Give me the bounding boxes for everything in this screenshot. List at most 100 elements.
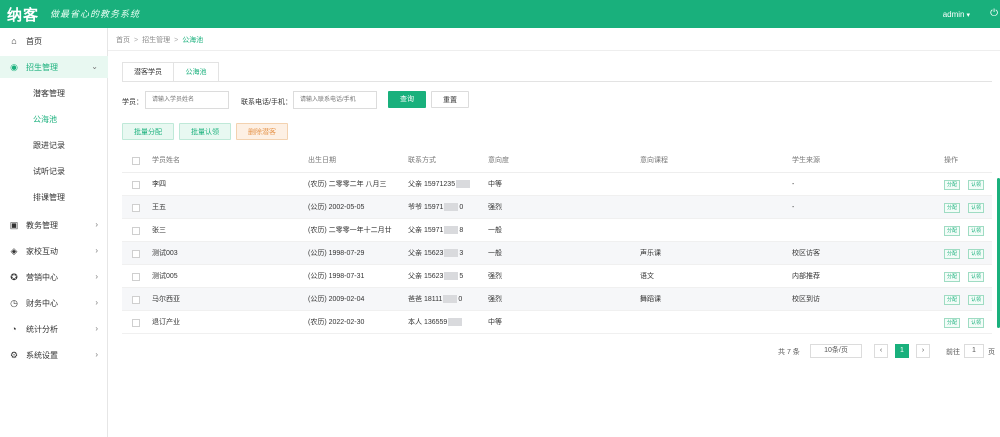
assign-button[interactable]: 分配 <box>944 318 961 328</box>
assign-button[interactable]: 分配 <box>944 180 961 190</box>
claim-button[interactable]: 认领 <box>968 295 985 305</box>
breadcrumb-separator: > <box>174 37 179 44</box>
column-header: 意向度 <box>488 157 509 164</box>
contact-suffix: 0 <box>458 296 463 303</box>
claim-button[interactable]: 认领 <box>968 272 985 282</box>
sidebar-item-statistics[interactable]: ◔ 统计分析 › <box>0 318 108 340</box>
sidebar-item-finance[interactable]: ◷ 财务中心 › <box>0 292 108 314</box>
breadcrumb-enrollment[interactable]: 招生管理 <box>142 37 170 44</box>
home-icon: ⌂ <box>11 36 17 46</box>
page-size-select[interactable]: 10条/页 <box>810 344 862 358</box>
sidebar-subitem-followup[interactable]: 跟进记录 <box>0 135 108 157</box>
contact-text: 爷爷 15971 <box>408 204 444 211</box>
user-name: admin <box>942 10 965 19</box>
page-1-button[interactable]: 1 <box>895 344 909 358</box>
page-suffix: 页 <box>988 349 995 356</box>
table-row[interactable]: 测试005 (公历) 1998-07-31 父亲 15623 5 强烈 语文 内部… <box>122 265 992 288</box>
cell-intent: 中等 <box>488 319 502 326</box>
next-page-button[interactable]: › <box>916 344 930 358</box>
sidebar-item-enrollment[interactable]: ◉ 招生管理 ⌄ <box>0 56 108 78</box>
top-bar: 纳客 做最省心的教务系统 admin ▾ ⏻ <box>0 0 1000 28</box>
cell-intent: 强烈 <box>488 204 502 211</box>
enrollment-icon: ◉ <box>10 62 18 72</box>
sidebar-item-label: 营销中心 <box>26 273 58 282</box>
claim-button[interactable]: 认领 <box>968 226 985 236</box>
cell-course: 语文 <box>640 273 654 280</box>
contact-text: 父亲 15623 <box>408 273 444 280</box>
row-checkbox[interactable] <box>132 296 140 304</box>
logo[interactable]: 纳客 <box>7 4 39 25</box>
batch-claim-button[interactable]: 批量认领 <box>179 123 231 140</box>
prev-page-button[interactable]: ‹ <box>874 344 888 358</box>
table-row[interactable]: 张三 (农历) 二零零一年十二月廿 父亲 15971 8 一般 分配 认领 <box>122 219 992 242</box>
sidebar-item-academic[interactable]: ▣ 教务管理 › <box>0 214 108 236</box>
select-all-checkbox[interactable] <box>132 157 140 165</box>
sidebar-subitem-prospects[interactable]: 潜客管理 <box>0 83 108 105</box>
assign-button[interactable]: 分配 <box>944 295 961 305</box>
goto-label: 前往 <box>946 349 960 356</box>
claim-button[interactable]: 认领 <box>968 203 985 213</box>
name-search-input[interactable] <box>145 91 229 109</box>
contact-text: 本人 136559 <box>408 319 448 326</box>
cell-contact: 父亲 15623 3 <box>408 242 463 266</box>
row-checkbox[interactable] <box>132 273 140 281</box>
claim-button[interactable]: 认领 <box>968 249 985 259</box>
sidebar-subitem-schedule[interactable]: 排课管理 <box>0 187 108 209</box>
goto-page-input[interactable]: 1 <box>964 344 984 358</box>
reset-button[interactable]: 重置 <box>431 91 469 108</box>
masked-digits <box>444 272 459 281</box>
claim-button[interactable]: 认领 <box>968 180 985 190</box>
search-button[interactable]: 查询 <box>388 91 426 108</box>
cell-course: 舞蹈课 <box>640 296 661 303</box>
row-checkbox[interactable] <box>132 250 140 258</box>
cell-birth: (公历) 2009-02-04 <box>308 296 365 303</box>
batch-assign-button[interactable]: 批量分配 <box>122 123 174 140</box>
table-row[interactable]: 王五 (公历) 2002-05-05 爷爷 15971 0 强烈 - 分配 认领 <box>122 196 992 219</box>
table-row[interactable]: 退订产业 (农历) 2022-02-30 本人 136559 中等 分配 认领 <box>122 311 992 334</box>
cell-name: 测试003 <box>152 250 178 257</box>
breadcrumb-home[interactable]: 首页 <box>116 37 130 44</box>
sidebar: ⌂ 首页 ◉ 招生管理 ⌄ 潜客管理 公海池 跟进记录 试听记录 排课管理 ▣ 教务管… <box>0 28 108 437</box>
tab-public-pool[interactable]: 公海池 <box>173 62 219 82</box>
user-menu[interactable]: admin ▾ <box>943 10 970 19</box>
power-icon[interactable]: ⏻ <box>990 8 998 19</box>
cell-contact: 本人 136559 <box>408 311 463 335</box>
sidebar-subitem-trial[interactable]: 试听记录 <box>0 161 108 183</box>
cell-name: 测试005 <box>152 273 178 280</box>
sidebar-item-label: 首页 <box>26 37 42 46</box>
sidebar-item-home-school[interactable]: ◈ 家校互动 › <box>0 240 108 262</box>
chevron-right-icon: › <box>95 272 98 281</box>
column-header: 学员姓名 <box>152 157 180 164</box>
cell-contact: 父亲 15623 5 <box>408 265 463 289</box>
assign-button[interactable]: 分配 <box>944 249 961 259</box>
contact-suffix: 3 <box>459 250 464 257</box>
cell-name: 张三 <box>152 227 166 234</box>
table-row[interactable]: 测试003 (公历) 1998-07-29 父亲 15623 3 一般 声乐课 校… <box>122 242 992 265</box>
table-row[interactable]: 李四 (农历) 二零零二年 八月三 父亲 15971235 中等 - 分配 认领 <box>122 173 992 196</box>
phone-search-input[interactable] <box>293 91 377 109</box>
column-header: 操作 <box>944 157 958 164</box>
sidebar-item-settings[interactable]: ⚙ 系统设置 › <box>0 344 108 366</box>
assign-button[interactable]: 分配 <box>944 203 961 213</box>
sidebar-item-home[interactable]: ⌂ 首页 <box>0 30 108 52</box>
row-checkbox[interactable] <box>132 319 140 327</box>
assign-button[interactable]: 分配 <box>944 226 961 236</box>
table-row[interactable]: 马尔西亚 (公历) 2009-02-04 爸爸 18111 0 强烈 舞蹈课 校区… <box>122 288 992 311</box>
delete-prospect-button[interactable]: 删除潜客 <box>236 123 288 140</box>
assign-button[interactable]: 分配 <box>944 272 961 282</box>
sidebar-subitem-public-pool[interactable]: 公海池 <box>0 109 108 131</box>
breadcrumb-current: 公海池 <box>182 37 204 44</box>
cell-contact: 父亲 15971 8 <box>408 219 463 243</box>
row-checkbox[interactable] <box>132 181 140 189</box>
breadcrumb: 首页 > 招生管理 > 公海池 <box>116 35 203 45</box>
chevron-down-icon: ▾ <box>966 12 970 19</box>
row-checkbox[interactable] <box>132 227 140 235</box>
cell-name: 王五 <box>152 204 166 211</box>
row-checkbox[interactable] <box>132 204 140 212</box>
finance-icon: ◷ <box>10 298 18 308</box>
sidebar-item-marketing[interactable]: ✪ 营销中心 › <box>0 266 108 288</box>
tab-prospects[interactable]: 潜客学员 <box>122 62 174 82</box>
cell-name: 退订产业 <box>152 319 180 326</box>
contact-suffix: 5 <box>459 273 464 280</box>
claim-button[interactable]: 认领 <box>968 318 985 328</box>
